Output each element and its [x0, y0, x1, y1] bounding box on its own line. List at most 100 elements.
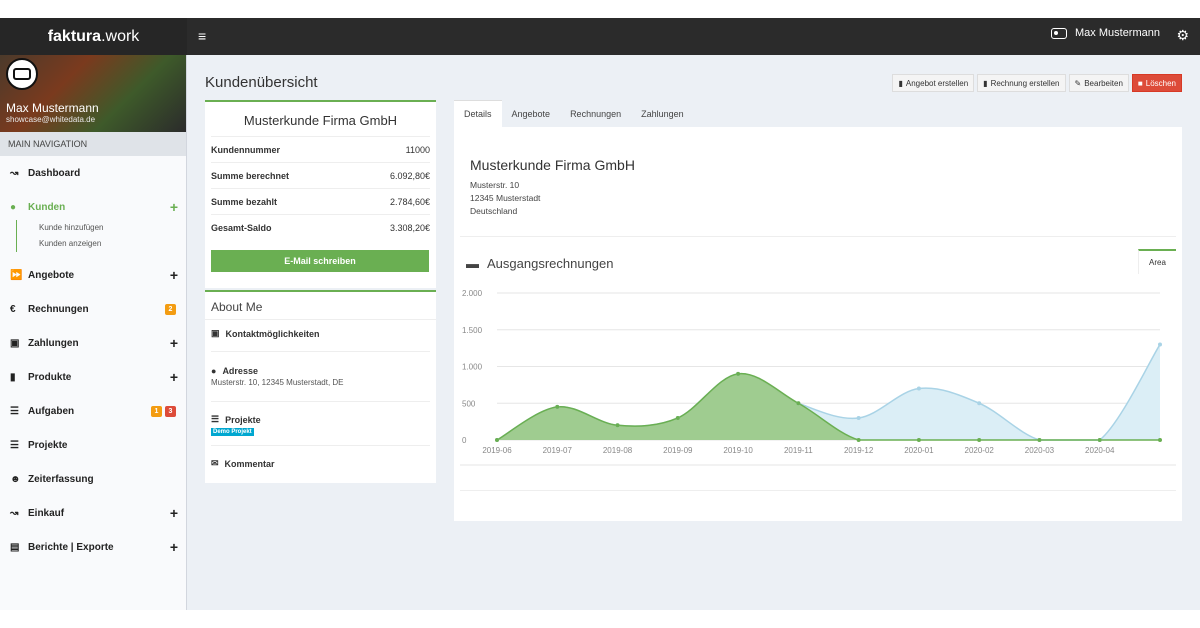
- sidebar-item-zahlungen[interactable]: ▣ Zahlungen +: [0, 326, 186, 360]
- data-point-green: [856, 438, 861, 442]
- data-point-green: [1097, 438, 1102, 442]
- hamburger-icon[interactable]: ≡: [198, 28, 206, 44]
- expand-plus-icon[interactable]: +: [170, 335, 178, 351]
- y-tick-label: 1.000: [462, 363, 483, 372]
- sidebar-item-aufgaben[interactable]: ☰ Aufgaben 1 3: [0, 394, 186, 428]
- topbar-user-name: Max Mustermann: [1075, 27, 1160, 39]
- sidebar-item-label: Berichte | Exporte: [28, 541, 114, 553]
- money-icon: ▣: [10, 337, 20, 349]
- id-card-icon: ▣: [211, 328, 220, 338]
- button-label: Rechnung erstellen: [990, 78, 1060, 88]
- tab-bar: Details Angebote Rechnungen Zahlungen: [454, 100, 1182, 127]
- about-title: About Me: [205, 292, 436, 320]
- data-point-green: [1037, 438, 1042, 442]
- id-card-icon: [13, 68, 31, 80]
- x-tick-label: 2019-07: [543, 446, 573, 455]
- expand-plus-icon[interactable]: +: [170, 539, 178, 555]
- detail-country: Deutschland: [470, 206, 518, 216]
- data-point-blue: [916, 386, 921, 391]
- row-key: Summe berechnet: [211, 170, 290, 181]
- address-text: Musterstr. 10, 12345 Musterstadt, DE: [211, 378, 344, 387]
- euro-icon: €: [10, 303, 16, 315]
- submenu-item-kunden-anzeigen[interactable]: Kunden anzeigen: [33, 236, 186, 252]
- file-icon: ▮: [898, 78, 903, 88]
- expand-plus-icon[interactable]: +: [170, 267, 178, 283]
- sidebar-item-label: Einkauf: [28, 507, 65, 519]
- sidebar-item-label: Produkte: [28, 371, 72, 383]
- sidebar-item-label: Rechnungen: [28, 303, 89, 315]
- sidebar-item-dashboard[interactable]: ↝ Dashboard: [0, 156, 186, 190]
- customer-name: Musterkunde Firma GmbH: [243, 113, 398, 128]
- detail-city: 12345 Musterstadt: [470, 193, 541, 203]
- row-value: 11000: [405, 144, 430, 155]
- list-icon: ☰: [10, 405, 19, 417]
- chart-type-tab-area[interactable]: Area: [1138, 249, 1176, 274]
- y-tick-label: 2.000: [462, 289, 483, 298]
- sidebar: Max Mustermann showcase@whitedata.de MAI…: [0, 55, 187, 610]
- sidebar-item-produkte[interactable]: ▮ Produkte +: [0, 360, 186, 394]
- button-label: Löschen: [1145, 78, 1176, 88]
- tab-angebote[interactable]: Angebote: [502, 100, 561, 127]
- create-invoice-button[interactable]: ▮ Rechnung erstellen: [977, 74, 1066, 92]
- book-icon: ▤: [10, 541, 20, 553]
- y-tick-label: 0: [462, 436, 467, 445]
- gears-icon[interactable]: ⚙: [1176, 27, 1189, 44]
- chart-icon: ↝: [10, 507, 19, 519]
- expand-plus-icon[interactable]: +: [170, 369, 178, 385]
- row-value: 3.308,20€: [389, 222, 430, 233]
- edit-button[interactable]: ✎ Bearbeiten: [1068, 74, 1129, 92]
- sidebar-item-angebote[interactable]: ⏩ Angebote +: [0, 258, 186, 292]
- tab-details[interactable]: Details: [454, 100, 502, 127]
- sidebar-item-einkauf[interactable]: ↝ Einkauf +: [0, 496, 186, 530]
- x-tick-label: 2020-01: [904, 446, 934, 455]
- detail-customer-name: Musterkunde Firma GmbH: [470, 157, 635, 173]
- count-badge: 2: [165, 303, 176, 315]
- data-point-green: [736, 371, 741, 376]
- comment-section: ✉ Kommentar: [211, 446, 430, 482]
- project-tag[interactable]: Demo Projekt: [211, 428, 254, 436]
- tab-zahlungen[interactable]: Zahlungen: [631, 100, 694, 127]
- expand-plus-icon[interactable]: +: [170, 199, 178, 215]
- data-point-blue: [977, 401, 982, 406]
- badge-group: 1 3: [151, 405, 176, 417]
- address-section: ● Adresse Musterstr. 10, 12345 Musterstad…: [211, 352, 430, 402]
- delete-button[interactable]: ■ Löschen: [1131, 74, 1182, 92]
- tab-rechnungen[interactable]: Rechnungen: [560, 100, 631, 127]
- create-offer-button[interactable]: ▮ Angebot erstellen: [892, 74, 975, 92]
- sidebar-item-label: Angebote: [28, 269, 75, 281]
- section-label: Projekte: [225, 414, 261, 425]
- sidebar-item-label: Zeiterfassung: [28, 473, 94, 485]
- sidebar-item-label: Projekte: [28, 439, 68, 451]
- data-point-green: [977, 438, 982, 442]
- about-card: About Me ▣ Kontaktmöglichkeiten ● Adresse …: [205, 290, 436, 483]
- badge-group: 2: [165, 303, 176, 315]
- sidebar-item-zeiterfassung[interactable]: ☻ Zeiterfassung: [0, 462, 186, 496]
- kunden-submenu: Kunde hinzufügen Kunden anzeigen: [16, 220, 186, 252]
- nav-header: MAIN NAVIGATION: [0, 132, 186, 156]
- brand-logo[interactable]: faktura .work: [0, 18, 187, 55]
- row-key: Gesamt-Saldo: [211, 222, 272, 233]
- divider: [460, 490, 1176, 491]
- send-email-button[interactable]: E-Mail schreiben: [211, 250, 429, 272]
- expand-plus-icon[interactable]: +: [170, 505, 178, 521]
- data-point-green: [495, 438, 499, 442]
- sidebar-item-berichte[interactable]: ▤ Berichte | Exporte +: [0, 530, 186, 564]
- brand-rest: .work: [101, 27, 140, 45]
- file-icon: ▮: [983, 78, 988, 88]
- action-toolbar: ▮ Angebot erstellen ▮ Rechnung erstellen ✎…: [892, 74, 1182, 92]
- chart-header: ▬ Ausgangsrechnungen: [466, 256, 614, 271]
- summary-row: Kundennummer 11000: [211, 136, 430, 162]
- section-label: Kommentar: [224, 458, 275, 469]
- data-point-blue: [1158, 342, 1162, 347]
- sidebar-item-kunden[interactable]: ● Kunden +: [0, 190, 186, 224]
- row-value: 2.784,60€: [389, 196, 430, 207]
- data-point-green: [1158, 438, 1162, 442]
- user-menu[interactable]: Max Mustermann: [1051, 27, 1160, 39]
- row-key: Kundennummer: [211, 144, 281, 155]
- details-panel: Details Angebote Rechnungen Zahlungen Mu…: [454, 100, 1182, 521]
- sidebar-item-projekte[interactable]: ☰ Projekte: [0, 428, 186, 462]
- list-icon: ☰: [10, 439, 19, 451]
- user-panel: Max Mustermann showcase@whitedata.de: [0, 55, 186, 132]
- sidebar-item-rechnungen[interactable]: € Rechnungen 2: [0, 292, 186, 326]
- bar-chart-icon: ▮: [10, 371, 16, 383]
